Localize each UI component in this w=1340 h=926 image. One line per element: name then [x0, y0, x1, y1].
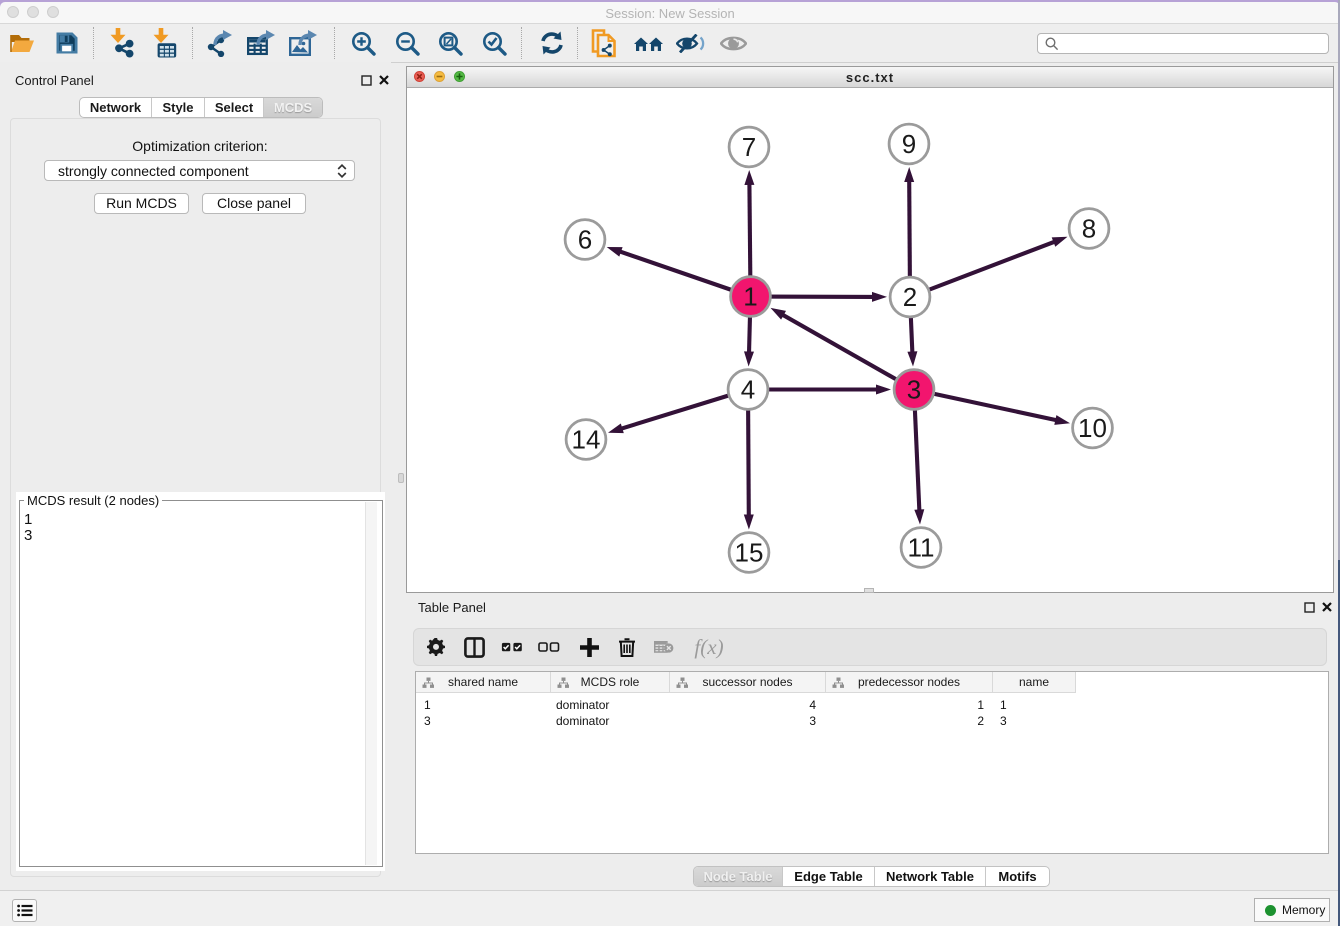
svg-text:3: 3: [907, 375, 921, 405]
svg-text:11: 11: [908, 533, 935, 563]
svg-text:10: 10: [1078, 413, 1107, 443]
svg-text:6: 6: [578, 225, 592, 255]
svg-text:14: 14: [572, 425, 601, 455]
svg-text:4: 4: [741, 375, 755, 405]
svg-text:8: 8: [1082, 214, 1096, 244]
svg-text:9: 9: [902, 129, 916, 159]
svg-text:15: 15: [735, 538, 764, 568]
svg-text:7: 7: [742, 132, 756, 162]
svg-text:2: 2: [903, 282, 917, 312]
svg-text:1: 1: [743, 282, 757, 312]
